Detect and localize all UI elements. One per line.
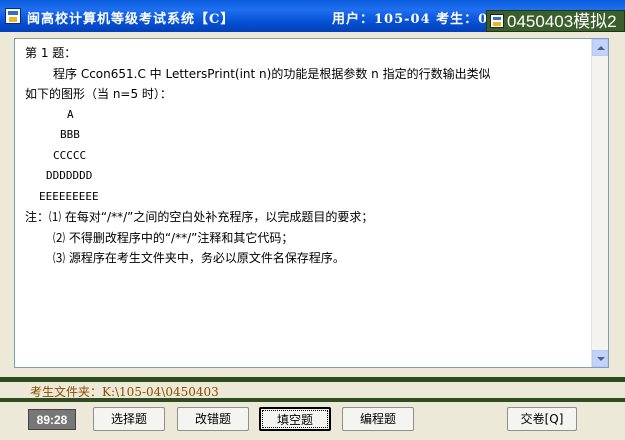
question-line-1: 程序 Ccon651.C 中 LettersPrint(int n)的功能是根据… — [53, 66, 491, 81]
floating-window-text: 0450403模拟2 — [507, 12, 617, 31]
pattern-row-3: CCCCC — [53, 148, 87, 162]
app-icon — [5, 8, 21, 24]
user-info: 用户：105-04 考生：0 — [332, 12, 489, 27]
vertical-scrollbar[interactable] — [591, 39, 608, 367]
scroll-up-button[interactable] — [592, 39, 608, 56]
question-line-2: 如下的图形（当 n=5 时）： — [25, 87, 172, 101]
app-icon — [490, 14, 504, 28]
countdown-timer: 89:28 — [28, 409, 76, 430]
scroll-up-icon — [597, 46, 605, 50]
window-title: 闽高校计算机等级考试系统【C】 — [27, 12, 235, 27]
programming-button[interactable]: 编程题 — [342, 407, 414, 431]
error-correction-button[interactable]: 改错题 — [177, 407, 249, 431]
question-panel: 第 1 题： 程序 Ccon651.C 中 LettersPrint(int n… — [14, 38, 609, 368]
question-heading: 第 1 题： — [25, 46, 77, 60]
scroll-down-button[interactable] — [592, 350, 608, 367]
question-text: 第 1 题： 程序 Ccon651.C 中 LettersPrint(int n… — [15, 39, 592, 367]
floating-window-label[interactable]: 0450403模拟2 — [486, 10, 625, 32]
submit-exam-button[interactable]: 交卷[Q] — [507, 407, 577, 431]
note-3: ⑶ 源程序在考生文件夹中，务必以原文件名保存程序。 — [53, 251, 345, 265]
scroll-down-icon — [597, 357, 605, 361]
note-2: ⑵ 不得删改程序中的“/**/”注释和其它代码； — [53, 230, 294, 245]
choice-questions-button[interactable]: 选择题 — [93, 407, 165, 431]
note-1: 注：⑴ 在每对“/**/”之间的空白处补充程序，以完成题目的要求； — [25, 210, 374, 224]
pattern-row-4: DDDDDDD — [46, 169, 93, 182]
pattern-row-1: A — [67, 107, 74, 121]
fill-blank-button[interactable]: 填空题 — [259, 407, 331, 431]
status-bar: 考生文件夹：K:\105-04\0450403 — [0, 377, 625, 399]
toolbar: 89:28 选择题 改错题 填空题 编程题 交卷[Q] — [0, 398, 625, 440]
pattern-row-2: BBB — [60, 128, 80, 141]
pattern-row-5: EEEEEEEEE — [39, 189, 99, 203]
